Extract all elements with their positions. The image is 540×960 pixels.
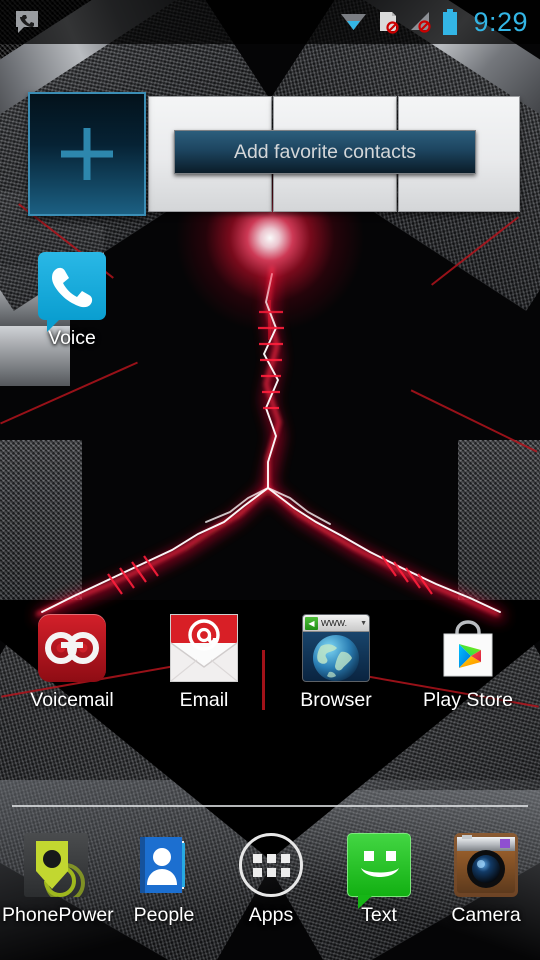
back-arrow-icon: ◀ xyxy=(305,616,318,630)
app-label-browser: Browser xyxy=(300,689,372,711)
dock-label-camera: Camera xyxy=(451,904,521,926)
app-label-voice: Voice xyxy=(48,327,96,349)
status-bar-notifications xyxy=(14,9,40,35)
app-icon-voicemail[interactable]: Voicemail xyxy=(17,614,127,712)
voicemail-icon xyxy=(38,614,106,682)
email-icon xyxy=(170,614,238,682)
browser-icon: ◀ WWW. ▼ xyxy=(302,614,370,682)
chevron-down-icon: ▼ xyxy=(360,619,367,627)
wifi-icon xyxy=(341,14,367,30)
browser-address-bar: ◀ WWW. ▼ xyxy=(303,615,369,632)
play-store-icon xyxy=(434,614,502,682)
people-icon xyxy=(132,833,196,897)
envelope-at-glyph xyxy=(170,615,238,682)
app-icon-email[interactable]: Email xyxy=(149,614,259,712)
plus-icon-vertical xyxy=(83,128,91,180)
apps-drawer-icon xyxy=(239,833,303,897)
dock-item-phonepower[interactable]: PhonePower xyxy=(2,833,114,927)
smiley-face-glyph xyxy=(361,851,399,877)
dock-divider xyxy=(12,805,528,807)
dock-item-apps[interactable]: Apps xyxy=(217,833,325,927)
cell-signal-no-service-icon xyxy=(411,12,432,33)
app-label-email: Email xyxy=(179,689,229,711)
battery-icon xyxy=(443,9,458,35)
status-bar: 9:29 xyxy=(0,0,540,44)
phone-handset-glyph xyxy=(52,267,93,308)
dock-item-camera[interactable]: Camera xyxy=(432,833,540,927)
play-bag-glyph xyxy=(443,620,493,677)
contacts-book-glyph xyxy=(140,837,185,893)
add-favorite-contacts-button[interactable]: Add favorite contacts xyxy=(174,130,476,174)
hangouts-notification-icon xyxy=(16,11,38,33)
retro-camera-glyph xyxy=(457,835,515,893)
camera-icon xyxy=(454,833,518,897)
dock-label-people: People xyxy=(133,904,195,926)
add-favorite-contacts-widget[interactable]: Add favorite contacts xyxy=(28,92,520,220)
dock-label-text: Text xyxy=(361,904,397,926)
dock-item-people[interactable]: People xyxy=(110,833,218,927)
messaging-icon xyxy=(347,833,411,909)
status-bar-system-icons: 9:29 xyxy=(340,7,528,38)
app-icon-play-store[interactable]: Play Store xyxy=(413,614,523,712)
dock-label-phonepower: PhonePower xyxy=(2,904,114,926)
globe-glyph xyxy=(313,635,359,681)
app-icon-browser[interactable]: ◀ WWW. ▼ Browser xyxy=(281,614,391,712)
app-label-play-store: Play Store xyxy=(423,689,513,711)
apps-grid-glyph xyxy=(252,853,290,877)
phonepower-icon xyxy=(24,833,88,903)
app-icon-voice[interactable]: Voice xyxy=(17,252,127,350)
sim-card-missing-icon xyxy=(380,12,400,34)
dock-item-text[interactable]: Text xyxy=(325,833,433,927)
map-pin-glyph xyxy=(36,841,85,903)
add-favorite-contacts-label: Add favorite contacts xyxy=(233,140,417,163)
widget-add-tile[interactable] xyxy=(28,92,146,216)
dock-label-apps: Apps xyxy=(248,904,294,926)
app-label-voicemail: Voicemail xyxy=(30,689,114,711)
status-bar-clock: 9:29 xyxy=(473,6,528,37)
tape-reels-glyph xyxy=(45,632,99,664)
google-voice-icon xyxy=(38,252,106,332)
browser-address-text: WWW. xyxy=(321,618,347,628)
